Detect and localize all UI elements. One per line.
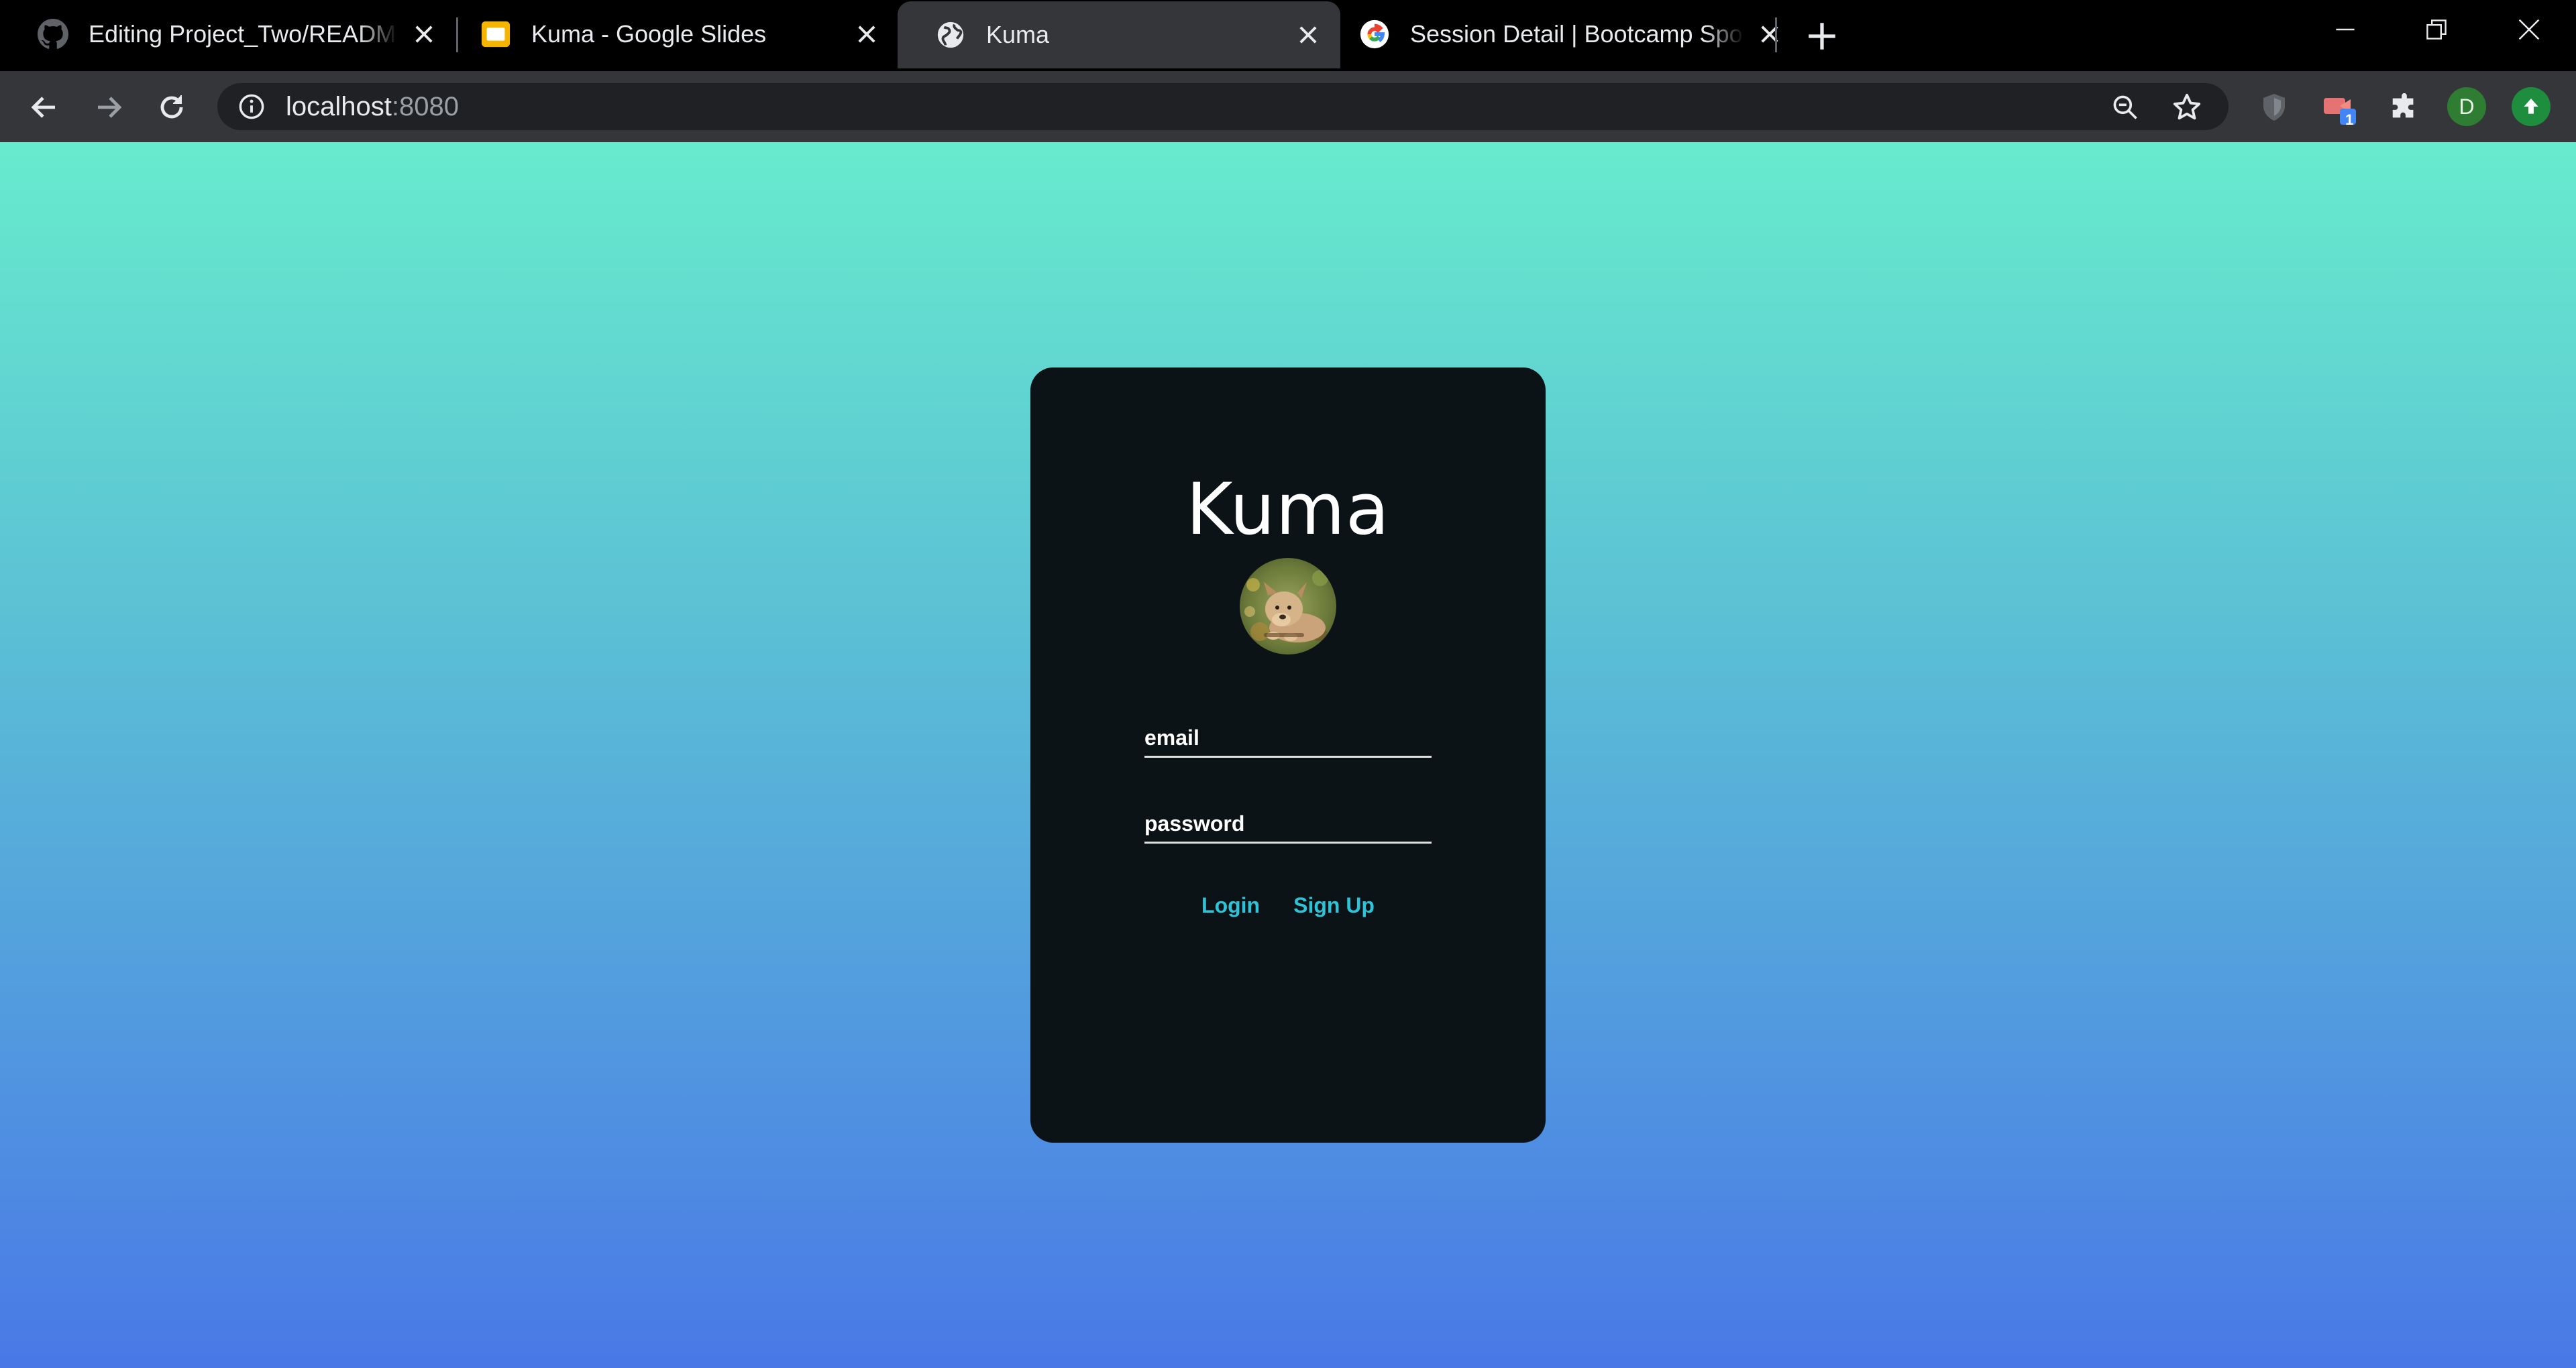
update-button[interactable] [2512, 87, 2551, 126]
new-tab-button[interactable] [1803, 17, 1841, 55]
minimize-icon [2336, 28, 2355, 31]
reload-icon [160, 95, 183, 119]
back-arrow-icon [31, 97, 55, 118]
forward-button[interactable] [89, 87, 129, 127]
close-icon [2518, 19, 2540, 40]
screencast-extension-icon[interactable]: 1 [2321, 89, 2359, 128]
close-tab-icon[interactable] [853, 21, 880, 48]
minimize-button[interactable] [2305, 9, 2385, 50]
restore-button[interactable] [2396, 9, 2477, 50]
login-card: Kuma email Login Sign Up [1030, 367, 1546, 1143]
restore-icon [2426, 19, 2447, 40]
zoom-out-icon[interactable] [2109, 91, 2141, 123]
signup-link[interactable]: Sign Up [1293, 893, 1375, 918]
login-link[interactable]: Login [1201, 893, 1260, 918]
browser-toolbar: localhost:8080 1 [0, 71, 2576, 142]
tab-kuma[interactable]: Kuma [898, 1, 1340, 68]
google-slides-icon [480, 19, 511, 50]
url-host: localhost [286, 92, 392, 121]
google-icon [1359, 19, 1390, 50]
password-input[interactable] [1144, 811, 1432, 836]
tab-strip: Editing Project_Two/README.md Kuma - Goo… [0, 0, 2576, 71]
address-bar[interactable]: localhost:8080 [217, 83, 2229, 130]
dog-photo [1240, 558, 1336, 654]
page-background: Kuma email Login Sign Up [0, 142, 2576, 1368]
bookmark-star-icon[interactable] [2171, 91, 2203, 123]
tab-session-detail[interactable]: Session Detail | Bootcamp Spot [1340, 0, 1783, 68]
shield-extension-icon[interactable] [2255, 89, 2293, 126]
tab-title: Editing Project_Two/README.md [89, 20, 398, 48]
back-button[interactable] [24, 87, 64, 127]
tab-separator [1775, 17, 1777, 52]
globe-icon [935, 19, 966, 50]
forward-arrow-icon [98, 97, 122, 118]
github-icon [38, 19, 68, 50]
close-tab-icon[interactable] [1295, 21, 1322, 48]
tab-title: Session Detail | Bootcamp Spot [1410, 20, 1744, 48]
reload-button[interactable] [152, 87, 192, 127]
email-input[interactable] [1144, 726, 1432, 750]
tab-github-readme[interactable]: Editing Project_Two/README.md [0, 0, 456, 68]
app-title: Kuma [1186, 468, 1390, 551]
profile-avatar[interactable]: D [2447, 87, 2486, 126]
email-field-wrapper [1144, 711, 1432, 758]
url-port: :8080 [391, 92, 459, 121]
plus-icon [1809, 23, 1835, 50]
site-info-icon[interactable] [236, 91, 267, 122]
dog-avatar [1240, 558, 1336, 654]
tab-title: Kuma [986, 21, 1050, 48]
extensions-puzzle-icon[interactable] [2385, 89, 2423, 126]
password-field-wrapper [1144, 797, 1432, 844]
tab-title: Kuma - Google Slides [531, 20, 841, 48]
url-text[interactable]: localhost:8080 [286, 93, 459, 121]
extension-badge: 1 [2345, 111, 2354, 128]
auth-actions: Login Sign Up [1030, 893, 1546, 918]
tab-google-slides[interactable]: Kuma - Google Slides [443, 0, 899, 68]
up-arrow-icon [2524, 99, 2538, 114]
close-tab-icon[interactable] [1756, 21, 1783, 48]
close-window-button[interactable] [2489, 9, 2569, 50]
close-tab-icon[interactable] [411, 21, 437, 48]
